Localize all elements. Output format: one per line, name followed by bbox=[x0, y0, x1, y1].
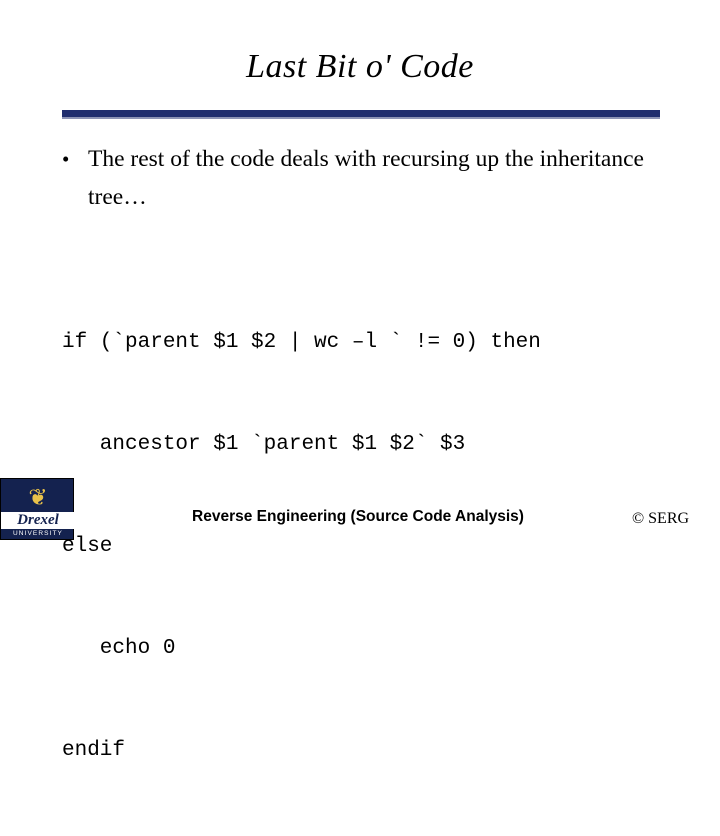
slide: Last Bit o' Code • The rest of the code … bbox=[0, 0, 720, 762]
footer-label: Reverse Engineering (Source Code Analysi… bbox=[192, 508, 524, 525]
code-line: echo 0 bbox=[62, 637, 176, 660]
code-line: else bbox=[62, 535, 113, 558]
code-line: endif bbox=[62, 739, 126, 762]
dragon-crest-icon: ❦ bbox=[28, 484, 48, 510]
logo-sub-label: UNIVERSITY bbox=[12, 530, 63, 537]
page-title: Last Bit o' Code bbox=[246, 48, 474, 85]
drexel-logo: ❦ Drexel UNIVERSITY bbox=[0, 478, 75, 540]
title-divider bbox=[62, 110, 660, 119]
copyright-label: © SERG bbox=[632, 510, 690, 527]
code-line: ancestor $1 `parent $1 $2` $3 bbox=[62, 433, 466, 456]
list-item: • The rest of the code deals with recurs… bbox=[62, 140, 672, 216]
logo-name-label: Drexel bbox=[1, 512, 75, 529]
code-line: if (`parent $1 $2 | wc –l ` != 0) then bbox=[62, 331, 541, 354]
bullet-list: • The rest of the code deals with recurs… bbox=[62, 140, 672, 216]
bullet-point-icon: • bbox=[62, 147, 70, 171]
code-block: if (`parent $1 $2 | wc –l ` != 0) then a… bbox=[62, 258, 682, 836]
bullet-item-label: The rest of the code deals with recursin… bbox=[88, 146, 644, 210]
